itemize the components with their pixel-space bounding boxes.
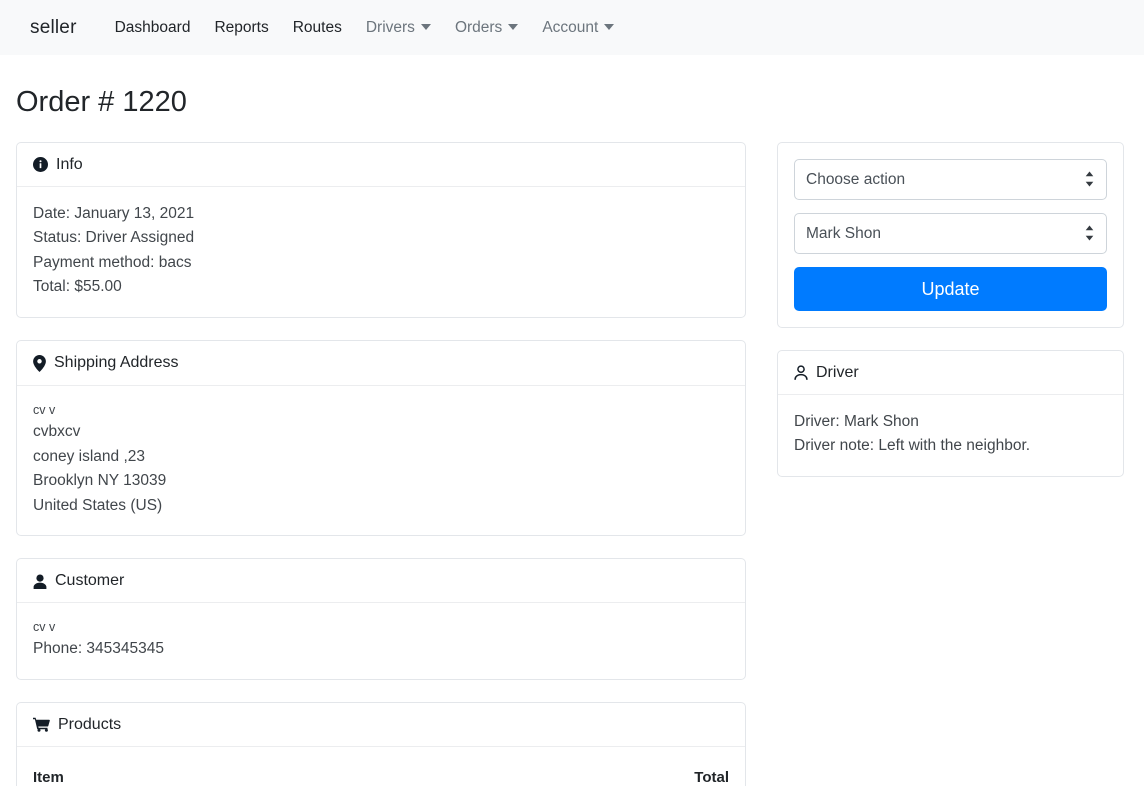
nav-dropdown-orders[interactable]: Orders (443, 0, 530, 55)
action-select[interactable]: Choose action (794, 158, 1107, 200)
info-status: Status: Driver Assigned (33, 229, 195, 247)
info-card-title: Info (56, 155, 83, 173)
customer-name: cv v (33, 620, 56, 635)
products-table: Item Total (33, 754, 729, 786)
products-table-head: Item Total (33, 754, 729, 786)
products-column-item: Item (33, 754, 361, 786)
update-button[interactable]: Update (794, 266, 1107, 311)
chevron-down-icon (420, 24, 431, 30)
products-card-body: Item Total (17, 747, 745, 786)
page-title: Order # 1220 (16, 86, 187, 118)
driver-card-body: Driver: Mark Shon Driver note: Left with… (778, 395, 1123, 476)
products-card: Products Item Total (16, 701, 746, 786)
driver-card-title: Driver (816, 363, 859, 381)
shipping-address-card-title: Shipping Address (54, 354, 179, 372)
nav-link-dashboard[interactable]: Dashboard (103, 0, 203, 55)
products-card-header: Products (17, 703, 745, 747)
info-card-body: Date: January 13, 2021 Status: Driver As… (17, 187, 745, 317)
action-select-wrapper: Choose action (794, 158, 1107, 213)
shipping-line-2: coney island ,23 (33, 447, 146, 465)
nav-dropdown-drivers-label: Drivers (365, 19, 415, 36)
products-table-header-row: Item Total (33, 754, 729, 786)
content-row: Info Date: January 13, 2021 Status: Driv… (16, 141, 1128, 786)
shipping-line-1: cvbxcv (33, 423, 81, 441)
customer-card-title: Customer (55, 572, 125, 590)
user-filled-icon (33, 574, 47, 589)
nav-link-dashboard-label: Dashboard (114, 19, 191, 36)
shipping-address-card-body: cv v cvbxcv coney island ,23 Brooklyn NY… (17, 386, 745, 535)
chevron-down-icon (508, 24, 519, 30)
nav-dropdown-drivers[interactable]: Drivers (354, 0, 443, 55)
driver-name: Driver: Mark Shon (794, 412, 919, 430)
info-card-header: Info (17, 143, 745, 187)
nav-link-reports-label: Reports (214, 19, 269, 36)
info-card: Info Date: January 13, 2021 Status: Driv… (16, 141, 746, 318)
chevron-down-icon (604, 24, 615, 30)
driver-card: Driver Driver: Mark Shon Driver note: Le… (777, 349, 1124, 477)
map-pin-icon (33, 354, 46, 372)
shipping-address-card: Shipping Address cv v cvbxcv coney islan… (16, 339, 746, 537)
action-panel-card: Choose action Mark Shon Update (777, 141, 1124, 328)
brand-logo[interactable]: seller (30, 17, 77, 39)
shipping-line-4: United States (US) (33, 496, 163, 514)
page-container: Order # 1220 Info Date: January 13, 2021… (0, 85, 1144, 786)
driver-card-header: Driver (778, 351, 1123, 395)
user-outline-icon (794, 365, 808, 381)
customer-card: Customer cv v Phone: 345345345 (16, 558, 746, 680)
info-circle-icon (33, 157, 48, 173)
main-navbar: seller Dashboard Reports Routes Drivers … (0, 0, 1144, 55)
products-column-total: Total (360, 754, 729, 786)
nav-dropdown-orders-label: Orders (454, 19, 503, 36)
shipping-address-card-header: Shipping Address (17, 341, 745, 386)
customer-phone: Phone: 345345345 (33, 640, 165, 658)
left-column: Info Date: January 13, 2021 Status: Driv… (16, 141, 746, 786)
customer-card-body: cv v Phone: 345345345 (17, 603, 745, 679)
nav-link-routes-label: Routes (292, 19, 342, 36)
products-card-title: Products (58, 715, 122, 733)
nav-links: Dashboard Reports Routes Drivers Orders … (103, 0, 627, 55)
driver-note: Driver note: Left with the neighbor. (794, 437, 1031, 455)
driver-select-wrapper: Mark Shon (794, 212, 1107, 267)
right-column: Choose action Mark Shon Update Driver Dr… (777, 141, 1124, 499)
shopping-cart-icon (33, 717, 50, 733)
driver-select[interactable]: Mark Shon (794, 212, 1107, 254)
nav-link-routes[interactable]: Routes (281, 0, 354, 55)
nav-dropdown-account-label: Account (542, 19, 599, 36)
shipping-name: cv v (33, 402, 56, 417)
customer-card-header: Customer (17, 559, 745, 604)
info-payment-method: Payment method: bacs (33, 253, 192, 271)
shipping-line-3: Brooklyn NY 13039 (33, 472, 167, 490)
info-total: Total: $55.00 (33, 278, 122, 296)
nav-link-reports[interactable]: Reports (202, 0, 280, 55)
info-date: Date: January 13, 2021 (33, 204, 195, 222)
nav-dropdown-account[interactable]: Account (530, 0, 626, 55)
